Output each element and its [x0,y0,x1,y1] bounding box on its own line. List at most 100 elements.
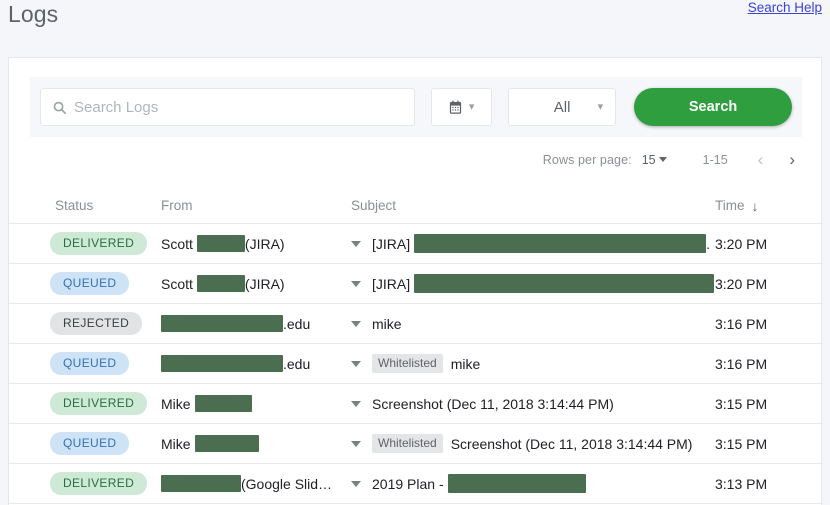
subject-cell: Screenshot (Dec 11, 2018 3:14:44 PM) [351,396,715,412]
time-cell: 3:13 PM [715,475,768,492]
redacted-text [161,355,283,372]
from-cell: Scott (JIRA) [161,275,351,292]
subject-value: Screenshot (Dec 11, 2018 3:14:44 PM) [372,396,614,412]
redacted-text [161,475,241,492]
search-panel: ▾ All ▾ Search [30,77,802,137]
table-row[interactable]: DELIVERED (Google Slid… 2019 Plan - 3:13 PM [9,464,821,504]
page-title: Logs [8,1,59,27]
table-row[interactable]: QUEUED .edu Whitelisted mike 3:16 PM [9,344,821,384]
table-row[interactable]: REJECTED .edu mike 3:16 PM [9,304,821,344]
column-header-subject[interactable]: Subject [351,198,715,213]
from-suffix: (JIRA) [244,235,285,252]
prev-page-button[interactable]: ‹ [758,151,764,168]
from-prefix: Mike [161,435,191,452]
table-header-row: Status From Subject Time ↓ [9,188,821,224]
redacted-text [161,315,283,332]
caret-down-icon [658,157,667,162]
search-input[interactable] [74,98,404,116]
from-suffix: (Google Slid… [241,475,333,492]
expand-row-caret-icon[interactable] [351,240,361,247]
redacted-text [414,274,715,293]
from-cell: Scott (JIRA) [161,235,351,252]
date-filter-dropdown[interactable]: ▾ [430,88,492,126]
time-cell: 3:15 PM [715,435,768,452]
logs-table: Status From Subject Time ↓ DELIVERED Scot… [9,188,821,504]
subject-cell: Whitelisted mike [351,354,715,373]
subject-suffix: . [706,235,711,252]
table-row[interactable]: QUEUED Mike Whitelisted Screenshot (Dec 11,… [9,424,821,464]
subject-value: mike [372,316,402,332]
search-help-link[interactable]: Search Help [748,0,822,15]
expand-row-caret-icon[interactable] [351,280,361,287]
search-button[interactable]: Search [634,88,792,126]
expand-row-caret-icon[interactable] [351,360,361,367]
next-page-button[interactable]: › [789,151,795,168]
rows-per-page-label: Rows per page: [542,152,632,167]
status-badge: QUEUED [50,352,130,375]
logs-card: ▾ All ▾ Search Rows per page: 15 1-15 ‹ … [8,57,822,505]
page-header: Logs Search Help [0,0,830,48]
time-cell: 3:20 PM [715,275,768,292]
from-suffix: .edu [283,355,311,372]
status-cell: QUEUED [9,272,161,295]
column-header-from[interactable]: From [161,198,351,213]
expand-row-caret-icon[interactable] [351,440,361,447]
subject-cell: Whitelisted Screenshot (Dec 11, 2018 3:14… [351,434,715,453]
status-cell: QUEUED [9,352,161,375]
subject-value: Screenshot (Dec 11, 2018 3:14:44 PM) [451,436,693,452]
search-input-wrapper[interactable] [40,88,415,126]
from-value: Mike [161,435,259,452]
pagination: Rows per page: 15 1-15 ‹ › [543,151,795,168]
type-filter-dropdown[interactable]: All ▾ [507,88,617,126]
from-value: Scott (JIRA) [161,275,285,292]
subject-cell: 2019 Plan - [351,474,715,493]
redacted-text [196,235,245,252]
status-cell: DELIVERED [9,472,161,495]
type-filter-value: All [553,98,571,116]
from-prefix: Mike [161,395,191,412]
from-cell: .edu [161,315,351,332]
subject-prefix: 2019 Plan - [372,475,444,492]
redacted-text [196,275,245,292]
redacted-text [447,474,586,493]
subject-prefix: mike [450,355,481,372]
from-cell: .edu [161,355,351,372]
subject-prefix: [JIRA] [372,235,411,252]
status-cell: REJECTED [9,312,161,335]
from-value: .edu [161,355,310,372]
subject-cell: mike [351,316,715,332]
status-badge: DELIVERED [50,232,148,255]
subject-cell: [JIRA] [351,274,715,293]
redacted-text [194,395,252,412]
status-badge: DELIVERED [50,392,148,415]
subject-prefix: [JIRA] [372,275,411,292]
column-header-status[interactable]: Status [9,198,161,213]
column-header-time[interactable]: Time ↓ [715,197,821,214]
from-cell: Mike [161,435,351,452]
expand-row-caret-icon[interactable] [351,400,361,407]
search-icon [52,100,67,115]
whitelisted-tag: Whitelisted [372,354,443,373]
chevron-down-icon: ▾ [597,100,604,113]
rows-per-page-select[interactable]: 15 [642,153,667,167]
column-header-time-label: Time [715,198,745,213]
expand-row-caret-icon[interactable] [351,320,361,327]
from-suffix: (JIRA) [244,275,285,292]
from-suffix: .edu [283,315,311,332]
expand-row-caret-icon[interactable] [351,480,361,487]
table-row[interactable]: DELIVERED Scott (JIRA) [JIRA]. 3:20 PM [9,224,821,264]
arrow-down-icon: ↓ [751,197,759,214]
table-row[interactable]: QUEUED Scott (JIRA) [JIRA] 3:20 PM [9,264,821,304]
page-range: 1-15 [702,152,728,167]
subject-value: 2019 Plan - [372,474,586,493]
rows-per-page-value: 15 [641,152,656,167]
from-value: Mike [161,395,252,412]
subject-value: [JIRA] [372,274,715,293]
from-value: .edu [161,315,310,332]
subject-prefix: Screenshot (Dec 11, 2018 3:14:44 PM) [372,395,614,412]
table-row[interactable]: DELIVERED Mike Screenshot (Dec 11, 2018 3:… [9,384,821,424]
redacted-text [414,234,707,253]
subject-value: [JIRA]. [372,234,710,253]
time-cell: 3:16 PM [715,315,768,332]
subject-value: mike [451,356,481,372]
